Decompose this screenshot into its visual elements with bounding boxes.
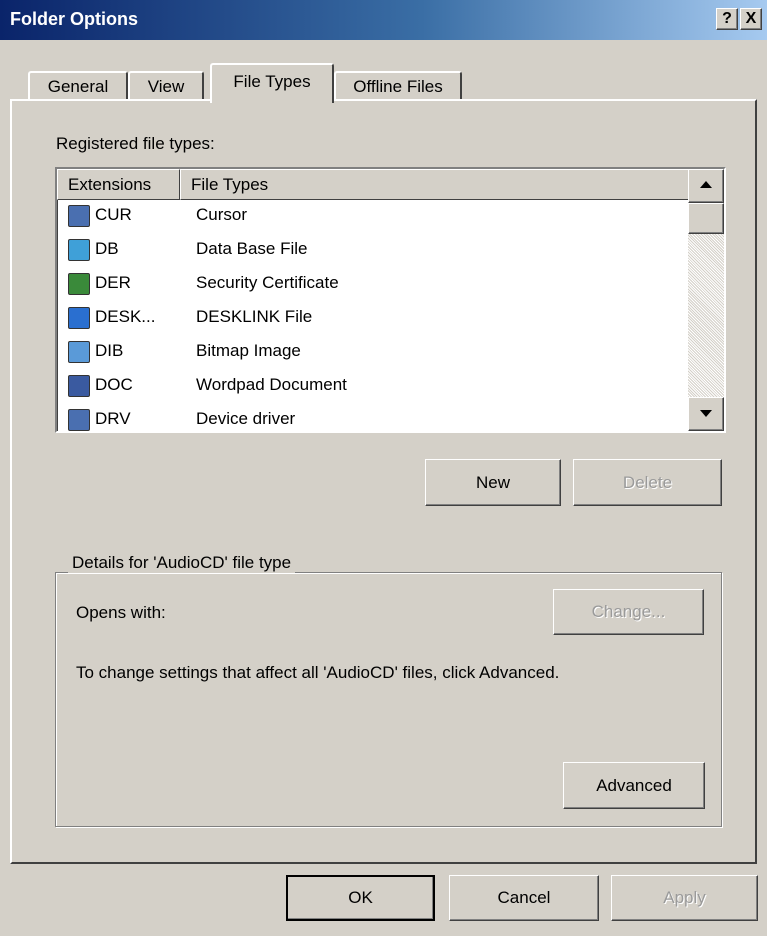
close-button[interactable]: X <box>740 8 762 30</box>
tab-offline-files[interactable]: Offline Files <box>334 71 462 101</box>
window-title: Folder Options <box>10 9 138 29</box>
tab-panel <box>10 99 757 864</box>
tab-file-types[interactable]: File Types <box>210 63 334 103</box>
apply-button[interactable]: Apply <box>611 875 758 921</box>
help-button[interactable]: ? <box>716 8 738 30</box>
title-bar: Folder Options ? X <box>0 0 767 40</box>
tab-general[interactable]: General <box>28 71 128 101</box>
tab-view[interactable]: View <box>128 71 204 101</box>
cancel-button[interactable]: Cancel <box>449 875 599 921</box>
ok-button[interactable]: OK <box>286 875 435 921</box>
